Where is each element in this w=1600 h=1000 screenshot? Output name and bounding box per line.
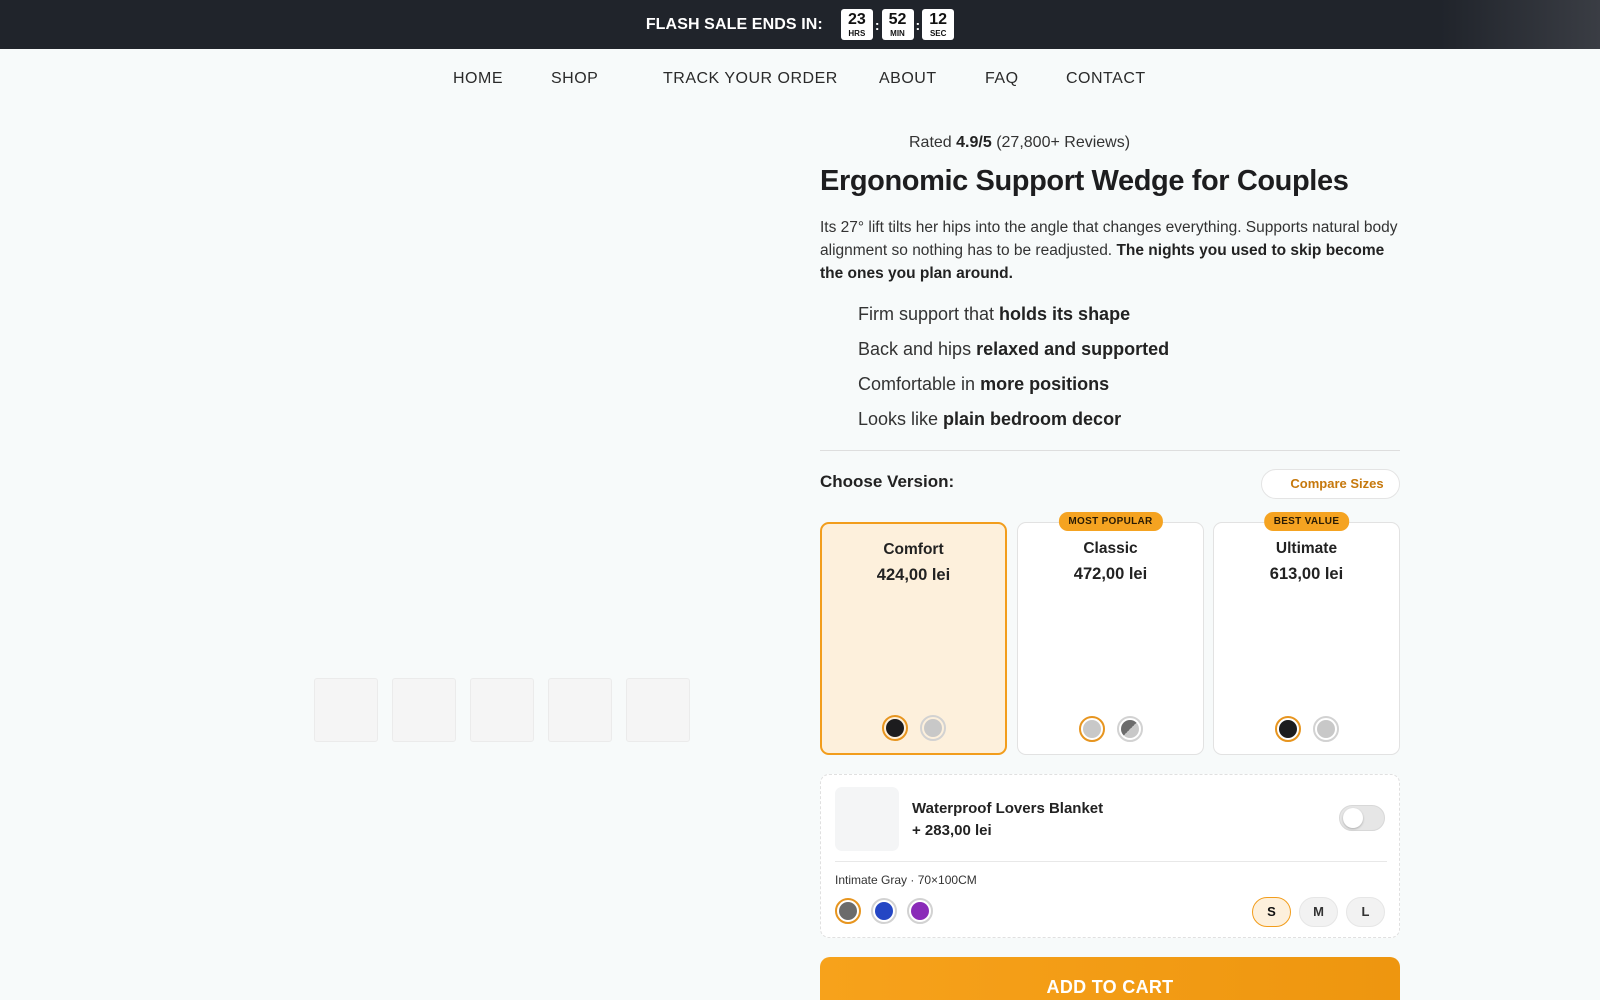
- nav-shop[interactable]: SHOP: [551, 70, 598, 88]
- size-option-m[interactable]: M: [1299, 897, 1338, 927]
- gallery-thumbnail[interactable]: [470, 678, 534, 742]
- timer-seconds: 12 SEC: [922, 9, 955, 40]
- color-swatch-gray[interactable]: [835, 898, 861, 924]
- feature-item: Comfortable in more positions: [858, 371, 1169, 406]
- version-card-classic[interactable]: MOST POPULAR Classic 472,00 lei: [1017, 512, 1204, 755]
- feature-item: Looks like plain bedroom decor: [858, 406, 1169, 441]
- toggle-knob: [1343, 808, 1363, 828]
- color-swatches: [1214, 716, 1399, 742]
- version-price: 613,00 lei: [1269, 565, 1344, 583]
- timer-hours-value: 23: [847, 10, 866, 28]
- color-swatch-blue[interactable]: [871, 898, 897, 924]
- feature-item: Back and hips relaxed and supported: [858, 336, 1169, 371]
- feature-text: Looks like: [858, 409, 944, 429]
- timer-separator: :: [915, 16, 921, 33]
- color-swatch-gray[interactable]: [1312, 716, 1339, 742]
- gallery-thumbnail[interactable]: [314, 678, 378, 742]
- version-price: 472,00 lei: [1073, 565, 1148, 583]
- feature-list: Firm support that holds its shape Back a…: [858, 301, 1169, 441]
- color-swatch-light-gray[interactable]: [1078, 716, 1105, 742]
- timer-hours-unit: HRS: [848, 28, 866, 38]
- color-swatch-purple[interactable]: [907, 898, 933, 924]
- size-option-s[interactable]: S: [1252, 897, 1291, 927]
- section-divider: [820, 450, 1400, 451]
- version-card-ultimate[interactable]: BEST VALUE Ultimate 613,00 lei: [1213, 512, 1400, 755]
- rating-prefix: Rated: [909, 134, 952, 151]
- nav-track-order[interactable]: TRACK YOUR ORDER: [663, 70, 838, 88]
- rating-count: (27,800+ Reviews): [996, 134, 1131, 151]
- product-rating: Rated 4.9/5 (27,800+ Reviews): [909, 134, 1130, 152]
- addon-toggle[interactable]: [1339, 805, 1385, 831]
- addon-card: Waterproof Lovers Blanket + 283,00 lei I…: [820, 774, 1400, 938]
- feature-text: Comfortable in: [858, 374, 981, 394]
- nav-faq[interactable]: FAQ: [985, 70, 1019, 88]
- timer-seconds-value: 12: [929, 10, 948, 28]
- feature-highlight: more positions: [980, 374, 1110, 394]
- add-to-cart-button[interactable]: ADD TO CART: [820, 957, 1400, 1000]
- nav-home[interactable]: HOME: [453, 70, 503, 88]
- feature-highlight: plain bedroom decor: [943, 409, 1122, 429]
- product-title: Ergonomic Support Wedge for Couples: [820, 165, 1349, 197]
- most-popular-badge: MOST POPULAR: [1058, 512, 1163, 531]
- feature-highlight: holds its shape: [999, 304, 1131, 324]
- nav-about[interactable]: ABOUT: [879, 70, 937, 88]
- color-swatch-black[interactable]: [1274, 716, 1301, 742]
- nav-contact[interactable]: CONTACT: [1066, 70, 1146, 88]
- flash-sale-bar: FLASH SALE ENDS IN: 23 HRS : 52 MIN : 12…: [0, 0, 1600, 49]
- feature-text: Firm support that: [858, 304, 1000, 324]
- color-swatches: [822, 715, 1005, 741]
- addon-color-swatches: [835, 898, 933, 924]
- color-swatch-black[interactable]: [881, 715, 908, 741]
- main-nav: HOME SHOP TRACK YOUR ORDER ABOUT FAQ CON…: [0, 49, 1600, 109]
- addon-size-options: S M L: [1252, 897, 1385, 927]
- rating-value: 4.9/5: [956, 134, 992, 151]
- addon-name: Waterproof Lovers Blanket: [912, 800, 1104, 817]
- addon-divider: [835, 861, 1387, 862]
- timer-minutes-unit: MIN: [890, 28, 905, 38]
- compare-sizes-button[interactable]: Compare Sizes: [1261, 469, 1400, 499]
- product-description: Its 27° lift tilts her hips into the ang…: [820, 216, 1402, 285]
- choose-version-heading: Choose Version:: [820, 472, 955, 491]
- gallery-thumbnail[interactable]: [392, 678, 456, 742]
- gallery-thumbnails: [314, 678, 690, 742]
- addon-variant-label: Intimate Gray · 70×100CM: [835, 873, 977, 887]
- version-name: Comfort: [883, 541, 944, 558]
- color-swatch-split-gray[interactable]: [1116, 716, 1143, 742]
- flash-sale-label: FLASH SALE ENDS IN:: [645, 15, 823, 33]
- countdown-timer: 23 HRS : 52 MIN : 12 SEC: [840, 9, 955, 40]
- gallery-thumbnail[interactable]: [626, 678, 690, 742]
- timer-hours: 23 HRS: [840, 9, 873, 40]
- timer-minutes: 52 MIN: [881, 9, 914, 40]
- addon-price: + 283,00 lei: [912, 822, 992, 839]
- best-value-badge: BEST VALUE: [1263, 512, 1350, 531]
- feature-highlight: relaxed and supported: [976, 339, 1170, 359]
- version-card-comfort[interactable]: Comfort 424,00 lei: [820, 522, 1007, 755]
- timer-seconds-unit: SEC: [929, 28, 947, 38]
- color-swatches: [1018, 716, 1203, 742]
- size-option-l[interactable]: L: [1346, 897, 1385, 927]
- version-price: 424,00 lei: [876, 566, 951, 584]
- feature-text: Back and hips: [858, 339, 977, 359]
- version-name: Classic: [1083, 540, 1138, 557]
- version-name: Ultimate: [1275, 540, 1338, 557]
- feature-item: Firm support that holds its shape: [858, 301, 1169, 336]
- gallery-thumbnail[interactable]: [548, 678, 612, 742]
- color-swatch-gray[interactable]: [919, 715, 946, 741]
- timer-separator: :: [874, 16, 880, 33]
- timer-minutes-value: 52: [888, 10, 907, 28]
- addon-image: [835, 787, 899, 851]
